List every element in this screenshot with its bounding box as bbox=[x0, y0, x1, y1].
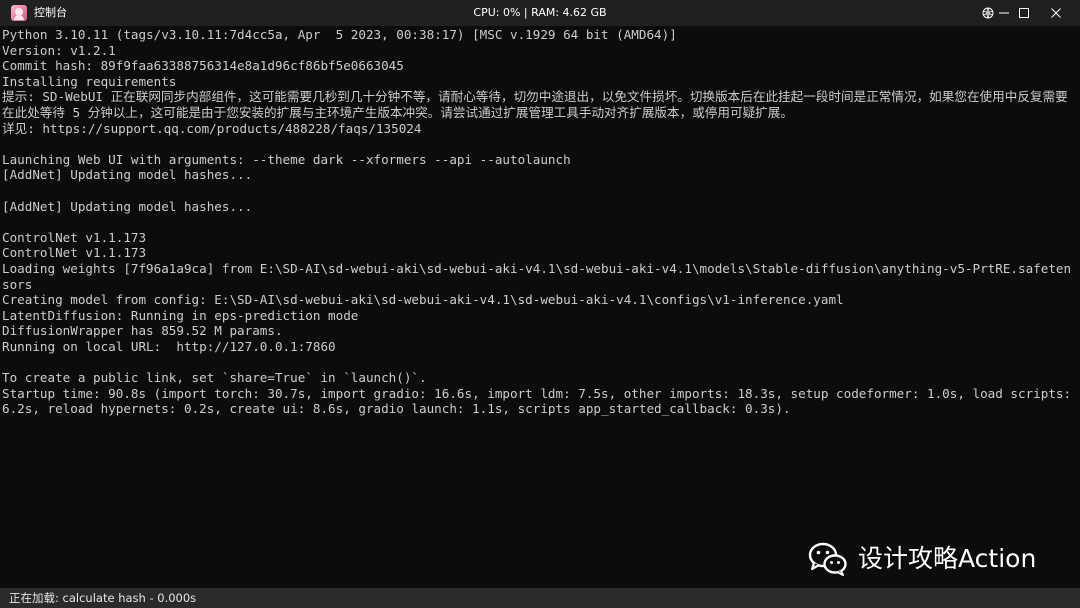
resource-stats: CPU: 0% | RAM: 4.62 GB bbox=[0, 6, 1080, 20]
app-avatar-icon bbox=[11, 5, 27, 21]
console-line: Python 3.10.11 (tags/v3.10.11:7d4cc5a, A… bbox=[2, 27, 677, 42]
window-title: 控制台 bbox=[34, 6, 67, 19]
status-bar: 正在加载: calculate hash - 0.000s bbox=[0, 588, 1080, 608]
console-line: Running on local URL: http://127.0.0.1:7… bbox=[2, 338, 336, 354]
console-line: [AddNet] Updating model hashes... bbox=[2, 167, 253, 183]
console-line: Installing requirements bbox=[2, 73, 177, 89]
console-line: Creating model from config: E:\SD-AI\sd-… bbox=[2, 292, 844, 308]
console-line: ControlNet v1.1.173 bbox=[2, 229, 147, 245]
console-line: [AddNet] Updating model hashes... bbox=[2, 198, 253, 214]
close-button[interactable] bbox=[1038, 0, 1074, 26]
console-line: Version: v1.2.1 bbox=[2, 42, 116, 58]
console-line: To create a public link, set `share=True… bbox=[2, 370, 427, 386]
console-line: Commit hash: 89f9faa63388756314e8a1d96cf… bbox=[2, 58, 404, 74]
maximize-button[interactable] bbox=[1006, 0, 1042, 26]
maximize-icon bbox=[1019, 8, 1029, 18]
watermark: 设计攻略Action bbox=[808, 540, 1036, 578]
watermark-text: 设计攻略Action bbox=[858, 544, 1037, 573]
console-line: DiffusionWrapper has 859.52 M params. bbox=[2, 323, 283, 339]
console-line: LatentDiffusion: Running in eps-predicti… bbox=[2, 307, 359, 323]
console-line: Loading weights [7f96a1a9ca] from E:\SD-… bbox=[2, 260, 1072, 292]
console-line: 提示: SD-WebUI 正在联网同步内部组件，这可能需要几秒到几十分钟不等，请… bbox=[2, 89, 1068, 120]
console-output[interactable]: Python 3.10.11 (tags/v3.10.11:7d4cc5a, A… bbox=[2, 27, 1078, 587]
title-bar[interactable]: 控制台 CPU: 0% | RAM: 4.62 GB bbox=[0, 0, 1080, 26]
console-line: Startup time: 90.8s (import torch: 30.7s… bbox=[2, 385, 1079, 417]
stats-separator: | bbox=[520, 6, 532, 19]
status-text: 正在加载: calculate hash - 0.000s bbox=[9, 591, 197, 605]
console-line: ControlNet v1.1.173 bbox=[2, 245, 147, 261]
console-window: 控制台 CPU: 0% | RAM: 4.62 GB Python 3.10.1… bbox=[0, 0, 1080, 608]
console-line: 详见: https://support.qq.com/products/4882… bbox=[2, 120, 422, 136]
close-icon bbox=[1051, 8, 1061, 18]
cpu-usage: CPU: 0% bbox=[473, 6, 521, 19]
console-line: Launching Web UI with arguments: --theme… bbox=[2, 151, 571, 167]
wechat-icon bbox=[808, 542, 848, 576]
ram-usage: RAM: 4.62 GB bbox=[531, 6, 607, 19]
